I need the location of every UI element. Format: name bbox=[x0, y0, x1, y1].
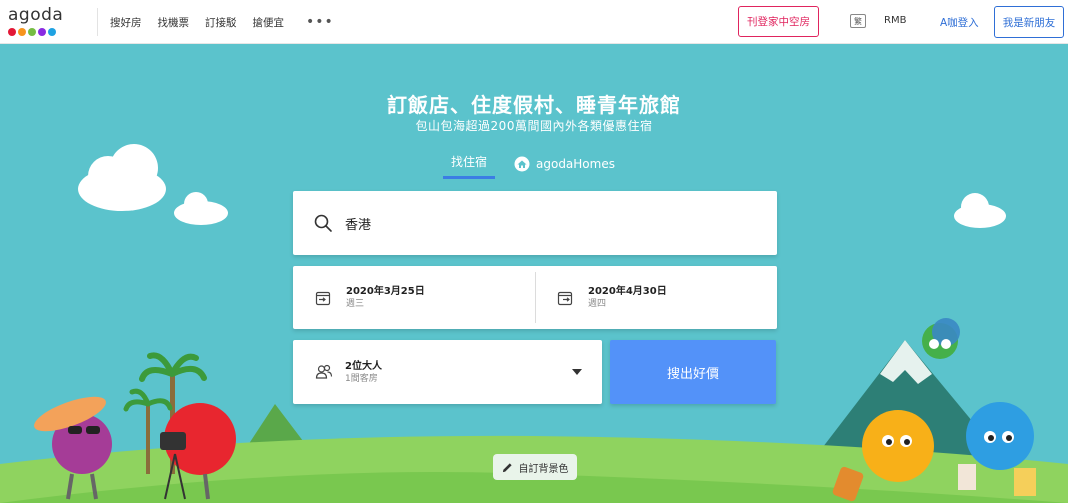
logo-dots bbox=[8, 28, 68, 36]
hero-subtitle: 包山包海超過200萬間國內外各類優惠住宿 bbox=[415, 119, 653, 133]
header-divider bbox=[97, 8, 98, 36]
logo-wordmark: agoda bbox=[8, 5, 64, 25]
nav-deals[interactable]: 搶便宜 bbox=[253, 15, 285, 30]
guests-selector[interactable]: 2位大人 1間客房 bbox=[293, 340, 602, 404]
checkin-date: 2020年3月25日 bbox=[346, 286, 425, 297]
pencil-icon bbox=[502, 462, 512, 472]
guests-icon bbox=[315, 364, 333, 379]
calendar-checkin-icon bbox=[315, 291, 331, 305]
search-button[interactable]: 搜出好價 bbox=[610, 340, 776, 404]
more-menu-icon[interactable]: ••• bbox=[306, 14, 334, 30]
search-icon bbox=[314, 214, 332, 232]
language-icon[interactable]: 繁 bbox=[850, 14, 866, 28]
currency-selector[interactable]: RMB bbox=[884, 15, 906, 26]
hero-title: 訂飯店、住度假村、睡青年旅館 bbox=[387, 93, 681, 117]
home-icon bbox=[514, 156, 530, 172]
nav-hotels[interactable]: 搜好房 bbox=[110, 15, 142, 30]
checkin-field[interactable]: 2020年3月25日 週三 bbox=[293, 266, 535, 329]
date-picker: 2020年3月25日 週三 2020年4月30日 週四 bbox=[293, 266, 777, 329]
tab-accommodation[interactable]: 找住宿 bbox=[443, 153, 495, 179]
checkin-weekday: 週三 bbox=[346, 299, 365, 309]
nav-flights[interactable]: 找機票 bbox=[158, 15, 190, 30]
customize-background-label: 自訂背景色 bbox=[518, 463, 569, 475]
cloud-left bbox=[78, 144, 228, 225]
signup-button[interactable]: 我是新朋友 bbox=[994, 6, 1064, 38]
rooms-count: 1間客房 bbox=[345, 373, 378, 384]
nav-transfers[interactable]: 訂接駁 bbox=[205, 15, 237, 30]
checkout-weekday: 週四 bbox=[588, 299, 607, 309]
main-nav: 搜好房 找機票 訂接駁 搶便宜 ••• bbox=[110, 0, 334, 44]
top-header: agoda 搜好房 找機票 訂接駁 搶便宜 ••• 刊登家中空房 繁 RMB A… bbox=[0, 0, 1068, 44]
guests-count: 2位大人 bbox=[345, 360, 382, 372]
cloud-right bbox=[954, 193, 1006, 228]
login-link[interactable]: A咖登入 bbox=[940, 15, 979, 30]
checkout-field[interactable]: 2020年4月30日 週四 bbox=[535, 266, 777, 329]
agoda-logo[interactable]: agoda bbox=[8, 6, 68, 40]
tab-agoda-homes[interactable]: agodaHomes bbox=[514, 153, 615, 175]
calendar-checkout-icon bbox=[557, 291, 573, 305]
tab-agoda-homes-label: agodaHomes bbox=[536, 157, 615, 171]
list-property-button[interactable]: 刊登家中空房 bbox=[738, 6, 819, 37]
destination-input[interactable] bbox=[345, 215, 725, 231]
destination-search[interactable] bbox=[293, 191, 777, 255]
checkout-date: 2020年4月30日 bbox=[588, 286, 667, 297]
dropdown-caret-icon[interactable] bbox=[572, 369, 582, 375]
customize-background-button[interactable]: 自訂背景色 bbox=[493, 454, 577, 480]
